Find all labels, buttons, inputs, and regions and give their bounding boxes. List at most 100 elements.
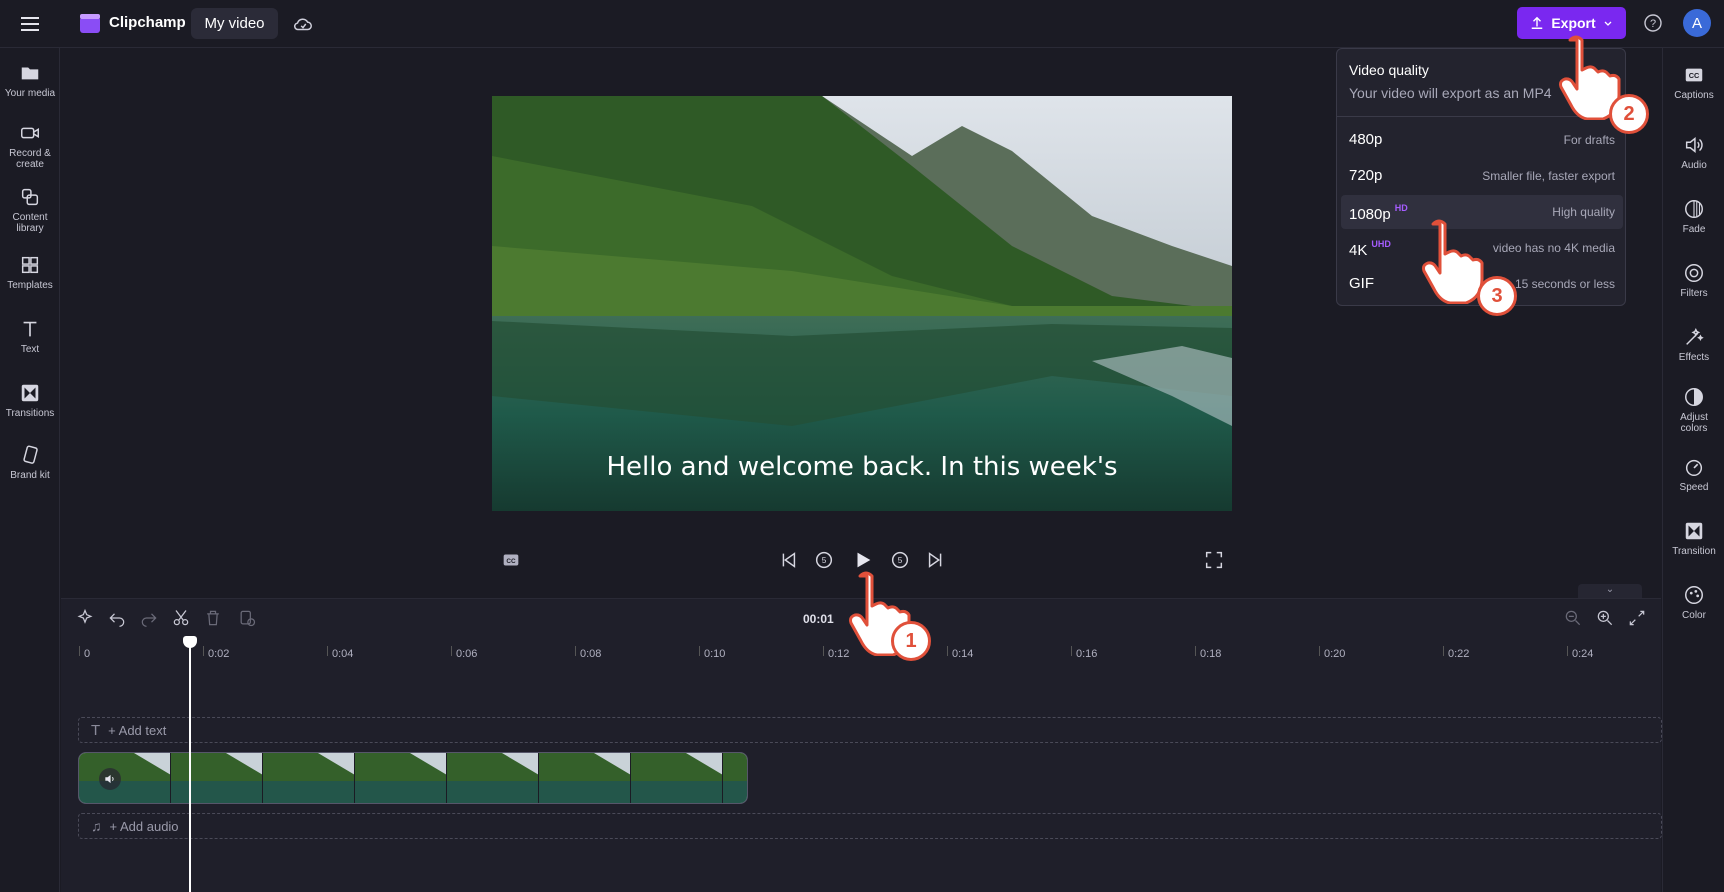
magic-edit-icon[interactable]	[75, 608, 97, 630]
quality-name-wrap: 1080p HD	[1349, 203, 1408, 223]
sidebar-label: Text	[20, 344, 40, 355]
quality-option-720p[interactable]: 720p Smaller file, faster export	[1341, 159, 1623, 193]
quality-description: 15 seconds or less	[1514, 277, 1615, 291]
folder-icon	[21, 67, 39, 80]
sidebar-label: Adjust colors	[1680, 412, 1708, 434]
quality-description: High quality	[1552, 205, 1615, 219]
skip-back-icon[interactable]	[777, 549, 799, 571]
quality-name: 480p	[1349, 131, 1383, 148]
video-clip[interactable]	[78, 752, 748, 804]
chevron-down-icon: ⌄	[1605, 584, 1615, 595]
fullscreen-icon[interactable]	[1203, 549, 1225, 571]
fit-timeline-icon[interactable]	[1627, 608, 1649, 630]
menu-subtitle: Your video will export as an MP4	[1349, 85, 1552, 101]
speed-icon	[1685, 459, 1703, 476]
ruler-tick-label: 0:02	[208, 648, 230, 660]
sidebar-item-audio[interactable]: Audio	[1663, 134, 1724, 171]
clip-thumbnails	[79, 753, 747, 803]
skip-forward-icon[interactable]	[925, 549, 947, 571]
sidebar-item-color[interactable]: Color	[1663, 584, 1724, 621]
clip-thumbnail	[263, 753, 355, 803]
rewind-5s-icon[interactable]: 5	[813, 549, 835, 571]
redo-icon[interactable]	[139, 608, 161, 630]
left-sidebar: Your media Record & create Content libra…	[0, 48, 60, 892]
text-icon	[23, 321, 37, 337]
user-avatar[interactable]: A	[1683, 9, 1711, 37]
transitions-icon	[21, 384, 39, 402]
sidebar-label: Brand kit	[10, 470, 50, 481]
video-preview[interactable]: Hello and welcome back. In this week's	[492, 96, 1232, 511]
subtitle-caption: Hello and welcome back. In this week's	[606, 452, 1118, 482]
sidebar-item-speed[interactable]: Speed	[1663, 456, 1724, 493]
clip-thumbnail	[355, 753, 447, 803]
ruler-tick-label: 0:16	[1076, 648, 1098, 660]
zoom-in-icon[interactable]	[1595, 608, 1617, 630]
uhd-badge: UHD	[1371, 239, 1391, 249]
sidebar-label: Templates	[7, 280, 53, 291]
undo-icon[interactable]	[107, 608, 129, 630]
svg-text:5: 5	[898, 556, 903, 565]
sidebar-label: Content library	[12, 212, 48, 234]
step-badge: 3	[1477, 276, 1517, 316]
clipchamp-logo-icon	[78, 12, 102, 36]
ruler-tick-label: 0:06	[456, 648, 478, 660]
sidebar-item-fade[interactable]: Fade	[1663, 198, 1724, 235]
hd-badge: HD	[1394, 203, 1408, 213]
zoom-out-icon[interactable]	[1563, 608, 1585, 630]
collapse-preview-tab[interactable]: ⌄	[1578, 584, 1642, 598]
sidebar-item-text[interactable]: Text	[0, 318, 60, 355]
duplicate-icon[interactable]	[237, 608, 259, 630]
quality-description: video has no 4K media	[1492, 241, 1615, 255]
sidebar-label: Color	[1682, 610, 1706, 621]
ruler-tick-label: 0:22	[1448, 648, 1470, 660]
add-text-track[interactable]: T + Add text	[78, 717, 1662, 743]
add-audio-track[interactable]: ♫ + Add audio	[78, 813, 1662, 839]
help-icon[interactable]: ?	[1643, 13, 1663, 33]
sidebar-item-captions[interactable]: CC Captions	[1663, 64, 1724, 101]
sidebar-label: Speed	[1679, 482, 1709, 493]
clip-thumbnail	[631, 753, 723, 803]
chevron-down-icon	[1604, 21, 1612, 26]
color-icon	[1685, 586, 1703, 604]
svg-text:?: ?	[1650, 18, 1656, 30]
ruler-tick-label: 0:24	[1572, 648, 1594, 660]
clip-mute-icon[interactable]	[99, 768, 121, 790]
clip-thumbnail	[171, 753, 263, 803]
transition-icon	[1685, 522, 1703, 540]
hamburger-menu-icon[interactable]	[18, 12, 42, 36]
sidebar-item-filters[interactable]: Filters	[1663, 262, 1724, 299]
sidebar-item-record-create[interactable]: Record & create	[0, 122, 60, 170]
clip-thumbnail	[79, 753, 171, 803]
music-note-icon: ♫	[91, 818, 102, 834]
sidebar-label: Effects	[1678, 352, 1710, 363]
ruler-tick-label: 0	[84, 648, 91, 660]
sidebar-label: Filters	[1680, 288, 1708, 299]
sidebar-item-transition[interactable]: Transition	[1663, 520, 1724, 557]
split-scissors-icon[interactable]	[171, 608, 193, 630]
project-title[interactable]: My video	[191, 8, 278, 39]
brand-name: Clipchamp	[109, 14, 186, 31]
export-label: Export	[1551, 15, 1596, 31]
ruler-tick-label: 0:14	[952, 648, 974, 660]
delete-icon[interactable]	[203, 608, 225, 630]
sidebar-item-effects[interactable]: Effects	[1663, 326, 1724, 363]
quality-description: For drafts	[1563, 133, 1615, 147]
playhead[interactable]	[189, 638, 191, 892]
sidebar-label: Captions	[1674, 90, 1714, 101]
quality-name-wrap: 4K UHD	[1349, 239, 1391, 259]
sidebar-item-content-library[interactable]: Content library	[0, 186, 60, 234]
sidebar-item-adjust-colors[interactable]: Adjust colors	[1663, 386, 1724, 434]
add-text-label: + Add text	[108, 722, 167, 738]
sidebar-label: Transition	[1672, 546, 1716, 557]
ruler-tick-label: 0:10	[704, 648, 726, 660]
quality-option-480p[interactable]: 480p For drafts	[1341, 123, 1623, 157]
sidebar-item-brand-kit[interactable]: Brand kit	[0, 444, 60, 481]
sidebar-item-templates[interactable]: Templates	[0, 254, 60, 291]
step-badge: 2	[1609, 94, 1649, 134]
step-badge: 1	[891, 621, 931, 661]
sidebar-item-your-media[interactable]: Your media	[0, 62, 60, 99]
upload-icon	[1532, 16, 1543, 29]
captions-toggle-icon[interactable]: CC	[500, 549, 522, 571]
sidebar-item-transitions[interactable]: Transitions	[0, 382, 60, 419]
cloud-sync-icon[interactable]	[292, 13, 314, 35]
